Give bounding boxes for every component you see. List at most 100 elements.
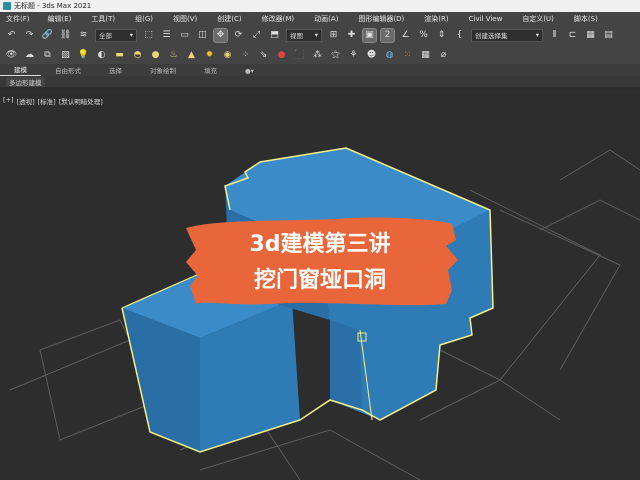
dots-pattern-icon[interactable]: ⁘ xyxy=(239,48,252,61)
menu-animation[interactable]: 动画(A) xyxy=(308,14,338,24)
floor-line xyxy=(499,209,621,371)
window-crossing-icon[interactable]: ◫ xyxy=(196,29,209,42)
select-by-name-icon[interactable]: ☰ xyxy=(160,29,173,42)
select-object-icon[interactable]: ⬚ xyxy=(142,29,155,42)
inner-notch-face xyxy=(330,320,362,410)
select-move-icon[interactable]: ✥ xyxy=(213,27,228,43)
menu-scripting[interactable]: 脚本(S) xyxy=(568,14,598,24)
floor-line xyxy=(9,339,131,391)
menu-tools[interactable]: 工具(T) xyxy=(85,14,115,24)
floor-line xyxy=(419,379,561,421)
selection-filter-dropdown[interactable]: 全部 ▾ xyxy=(95,28,137,42)
menu-civil-view[interactable]: Civil View xyxy=(463,15,503,23)
tab-selection[interactable]: 选择 xyxy=(95,65,136,76)
teapot-icon[interactable]: ♨ xyxy=(167,48,180,61)
title-banner: 3d建模第三讲 挖门窗垭口洞 xyxy=(180,212,460,304)
undo-icon[interactable]: ↶ xyxy=(5,29,18,42)
cloud-icon[interactable]: ☁ xyxy=(23,48,36,61)
align-icon[interactable]: ⊏ xyxy=(566,29,579,42)
floor-line xyxy=(539,199,640,231)
tab-object-paint[interactable]: 对象绘制 xyxy=(136,65,190,76)
viewport-shading[interactable]: [默认明暗处理] xyxy=(59,96,103,106)
select-scale-icon[interactable]: ⤢ xyxy=(250,29,263,42)
cone-icon[interactable]: ▲ xyxy=(185,48,198,61)
menu-create[interactable]: 创建(C) xyxy=(211,14,241,24)
tab-modeling[interactable]: 建模 xyxy=(0,64,41,76)
window-title: 无标题 - 3ds Max 2021 xyxy=(14,2,92,10)
menu-modifiers[interactable]: 修改器(M) xyxy=(256,14,295,24)
keyboard-shortcut-icon[interactable]: ▣ xyxy=(362,27,377,43)
main-toolbar: ↶ ↷ 🔗 ⛓ ≋ 全部 ▾ ⬚ ☰ ▭ ◫ ✥ ⟳ ⤢ ⬒ 视图 ▾ ⊞ ✚ ▣ … xyxy=(0,25,640,45)
sun-icon[interactable]: ✹ xyxy=(203,48,216,61)
select-manipulate-icon[interactable]: ✚ xyxy=(345,29,358,42)
light-bulb-icon[interactable]: 💡 xyxy=(77,48,90,61)
ribbon-options-icon[interactable]: ●▾ xyxy=(231,67,268,76)
particles-icon[interactable]: ⁂ xyxy=(311,48,324,61)
viewport-menu-plus[interactable]: [+] xyxy=(3,96,14,106)
edit-named-selection-icon[interactable]: { xyxy=(453,29,466,42)
scatter-icon[interactable]: ⚘ xyxy=(347,48,360,61)
chevron-down-icon: ▾ xyxy=(314,31,318,39)
box-primitive-icon[interactable]: ▬ xyxy=(113,48,126,61)
ribbon-panel: 多边形建模 xyxy=(0,76,640,87)
target-icon[interactable]: ◉ xyxy=(221,48,234,61)
menu-file[interactable]: 文件(F) xyxy=(0,14,30,24)
unlink-icon[interactable]: ⛓ xyxy=(59,29,72,42)
layer-icon[interactable]: ⧉ xyxy=(41,48,54,61)
pivot-center-icon[interactable]: ⊞ xyxy=(327,29,340,42)
ref-coord-value: 视图 xyxy=(290,32,303,40)
link-icon[interactable]: 🔗 xyxy=(41,29,54,42)
named-selection-value: 创建选择集 xyxy=(475,32,508,40)
polygon-modeling-label[interactable]: 多边形建模 xyxy=(6,76,45,87)
menu-edit[interactable]: 编辑(E) xyxy=(42,14,72,24)
menu-views[interactable]: 视图(V) xyxy=(167,14,197,24)
viewport-standard[interactable]: [标准] xyxy=(38,96,56,106)
select-rotate-icon[interactable]: ⟳ xyxy=(232,29,245,42)
snaps-toggle-icon[interactable]: 2 xyxy=(380,27,395,43)
sphere-icon[interactable]: ● xyxy=(149,48,162,61)
viewport-point-of-view[interactable]: [透视] xyxy=(17,96,35,106)
menu-graph-editors[interactable]: 图形编辑器(D) xyxy=(352,14,404,24)
warp-icon[interactable]: ⚝ xyxy=(329,48,342,61)
layer-explorer-icon[interactable]: ▦ xyxy=(584,29,597,42)
title-bar: 无标题 - 3ds Max 2021 xyxy=(0,0,640,12)
tab-populate[interactable]: 填充 xyxy=(190,65,231,76)
app-icon xyxy=(3,2,11,10)
secondary-toolbar: 👁 ☁ ⧉ ▧ 💡 ◐ ▬ ◓ ● ♨ ▲ ✹ ◉ ⁘ ⇘ ● ⬛ ⁂ ⚝ ⚘ … xyxy=(0,45,640,64)
banner-line-2: 挖门窗垭口洞 xyxy=(253,268,386,293)
menu-rendering[interactable]: 渲染(R) xyxy=(418,14,448,24)
select-place-icon[interactable]: ⬒ xyxy=(268,29,281,42)
ribbon-tabs: 建模 自由形式 选择 对象绘制 填充 ●▾ xyxy=(0,64,640,76)
menu-bar: 文件(F) 编辑(E) 工具(T) 组(G) 视图(V) 创建(C) 修改器(M… xyxy=(0,12,640,25)
color-dots-icon[interactable]: ⁙ xyxy=(401,48,414,61)
toggle-ribbon-icon[interactable]: ▤ xyxy=(602,29,615,42)
menu-group[interactable]: 组(G) xyxy=(129,14,153,24)
banner-line-1: 3d建模第三讲 xyxy=(249,232,391,257)
ref-coord-dropdown[interactable]: 视图 ▾ xyxy=(286,28,322,42)
color-icon[interactable]: ☻ xyxy=(365,48,378,61)
image-icon[interactable]: ▧ xyxy=(59,48,72,61)
named-selection-dropdown[interactable]: 创建选择集 ▾ xyxy=(471,28,543,42)
rect-selection-icon[interactable]: ▭ xyxy=(178,29,191,42)
render-frame-icon[interactable]: ⬛ xyxy=(293,48,306,61)
percent-snap-icon[interactable]: % xyxy=(417,29,430,42)
environment-sphere-icon[interactable]: ◍ xyxy=(383,48,396,61)
angle-snap-icon[interactable]: ∠ xyxy=(399,29,412,42)
eye-icon[interactable]: 👁 xyxy=(5,48,18,61)
render-setup-icon[interactable]: ◐ xyxy=(95,48,108,61)
floor-line xyxy=(559,149,640,181)
chevron-down-icon: ▾ xyxy=(535,31,539,39)
gradient-ramp-icon[interactable]: ⇘ xyxy=(257,48,270,61)
chevron-down-icon: ▾ xyxy=(129,31,133,39)
tab-freeform[interactable]: 自由形式 xyxy=(41,65,95,76)
hemisphere-icon[interactable]: ◓ xyxy=(131,48,144,61)
viewport-label-menu: [+] [透视] [标准] [默认明暗处理] xyxy=(3,96,106,106)
cylinder-icon[interactable]: ⌀ xyxy=(437,48,450,61)
redo-icon[interactable]: ↷ xyxy=(23,29,36,42)
spinner-snap-icon[interactable]: ⇕ xyxy=(435,29,448,42)
material-ball-icon[interactable]: ● xyxy=(275,48,288,61)
mirror-icon[interactable]: ⫴ xyxy=(548,29,561,42)
grid-swatch-icon[interactable]: ▦ xyxy=(419,48,432,61)
bind-space-warp-icon[interactable]: ≋ xyxy=(77,29,90,42)
menu-customize[interactable]: 自定义(U) xyxy=(516,14,554,24)
